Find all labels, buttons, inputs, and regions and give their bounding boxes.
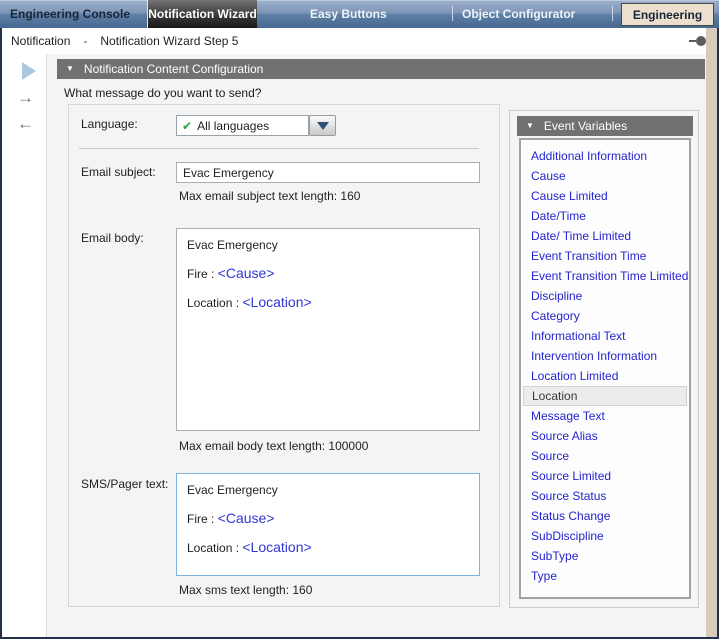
window-edge-strip: [706, 28, 717, 637]
question-text: What message do you want to send?: [64, 86, 261, 100]
event-variable-item[interactable]: Category: [523, 306, 687, 326]
body-text: Evac Emergency: [187, 483, 278, 497]
body-text: Evac Emergency: [187, 238, 278, 252]
email-body-input[interactable]: Evac Emergency Fire : <Cause> Location :…: [176, 228, 480, 431]
email-subject-label: Email subject:: [81, 165, 156, 179]
body-text: Location :: [187, 541, 242, 555]
event-variable-item[interactable]: Intervention Information: [523, 346, 687, 366]
location-variable-token: <Location>: [242, 294, 311, 310]
event-variable-item[interactable]: Informational Text: [523, 326, 687, 346]
pin-dot: [696, 36, 706, 46]
event-variable-item[interactable]: Date/Time: [523, 206, 687, 226]
tab-engineering-console[interactable]: Engineering Console: [10, 0, 130, 28]
event-variable-item[interactable]: Additional Information: [523, 146, 687, 166]
email-subject-helper: Max email subject text length: 160: [179, 189, 360, 203]
cause-variable-token: <Cause>: [218, 265, 275, 281]
content-panel-title: Notification Content Configuration: [84, 62, 263, 76]
location-variable-token: <Location>: [242, 539, 311, 555]
event-variable-item[interactable]: Status Change: [523, 506, 687, 526]
event-variable-item[interactable]: SubType: [523, 546, 687, 566]
divider: [79, 148, 479, 149]
event-variable-item[interactable]: Discipline: [523, 286, 687, 306]
event-variables-panel: ▼ Event Variables Additional Information…: [509, 110, 699, 608]
back-arrow-icon[interactable]: ←: [17, 114, 39, 134]
event-variable-item[interactable]: Location: [523, 386, 687, 406]
event-variable-item[interactable]: Source Limited: [523, 466, 687, 486]
left-toolbar: → ←: [2, 54, 47, 637]
collapse-triangle-icon: ▼: [66, 65, 74, 73]
event-variable-item[interactable]: Location Limited: [523, 366, 687, 386]
tab-separator: [452, 6, 453, 21]
collapse-triangle-icon: ▼: [526, 122, 534, 130]
dropdown-arrow-icon: [317, 122, 329, 130]
email-body-helper: Max email body text length: 100000: [179, 439, 368, 453]
forward-arrow-icon[interactable]: →: [17, 88, 39, 108]
tab-notification-wizard[interactable]: Notification Wizard: [147, 0, 257, 28]
event-variable-item[interactable]: Event Transition Time Limited: [523, 266, 687, 286]
event-variable-item[interactable]: Date/ Time Limited: [523, 226, 687, 246]
event-variable-item[interactable]: Cause Limited: [523, 186, 687, 206]
language-dropdown-button[interactable]: [309, 115, 336, 136]
language-label: Language:: [81, 117, 138, 131]
pin-tail: [689, 40, 696, 42]
tab-separator: [612, 6, 613, 21]
language-value: All languages: [197, 119, 269, 133]
event-variables-list: Additional InformationCauseCause Limited…: [519, 138, 691, 599]
message-form: Language: ✔ All languages Email subject:…: [68, 104, 500, 607]
checkmark-icon: ✔: [182, 119, 192, 133]
body-text: Fire :: [187, 267, 218, 281]
app-window: Engineering Console Notification Wizard …: [0, 0, 719, 639]
play-icon[interactable]: [22, 62, 36, 80]
event-variables-title: Event Variables: [544, 119, 627, 133]
breadcrumb-current: Notification Wizard Step 5: [100, 34, 238, 48]
tab-bar: Engineering Console Notification Wizard …: [0, 0, 719, 28]
breadcrumb-separator: -: [83, 34, 87, 48]
sms-pager-input[interactable]: Evac Emergency Fire : <Cause> Location :…: [176, 473, 480, 576]
event-variable-item[interactable]: Message Text: [523, 406, 687, 426]
breadcrumb: Notification - Notification Wizard Step …: [2, 28, 717, 54]
event-variable-item[interactable]: Cause: [523, 166, 687, 186]
tab-easy-buttons[interactable]: Easy Buttons: [310, 0, 387, 28]
breadcrumb-root[interactable]: Notification: [11, 34, 70, 48]
body-text: Fire :: [187, 512, 218, 526]
sms-pager-label: SMS/Pager text:: [81, 477, 168, 491]
language-select[interactable]: ✔ All languages: [176, 115, 309, 136]
event-variable-item[interactable]: Source Status: [523, 486, 687, 506]
sms-helper: Max sms text length: 160: [179, 583, 312, 597]
email-subject-input[interactable]: [176, 162, 480, 183]
event-variable-item[interactable]: Source: [523, 446, 687, 466]
event-variable-item[interactable]: SubDiscipline: [523, 526, 687, 546]
tab-object-configurator[interactable]: Object Configurator: [462, 0, 575, 28]
email-body-label: Email body:: [81, 231, 144, 245]
cause-variable-token: <Cause>: [218, 510, 275, 526]
event-variable-item[interactable]: Event Transition Time: [523, 246, 687, 266]
engineering-mode-button[interactable]: Engineering: [621, 3, 714, 26]
body-text: Location :: [187, 296, 242, 310]
event-variable-item[interactable]: Type: [523, 566, 687, 586]
content-panel-header[interactable]: ▼ Notification Content Configuration: [57, 59, 705, 79]
event-variables-header[interactable]: ▼ Event Variables: [517, 116, 693, 136]
event-variable-item[interactable]: Source Alias: [523, 426, 687, 446]
